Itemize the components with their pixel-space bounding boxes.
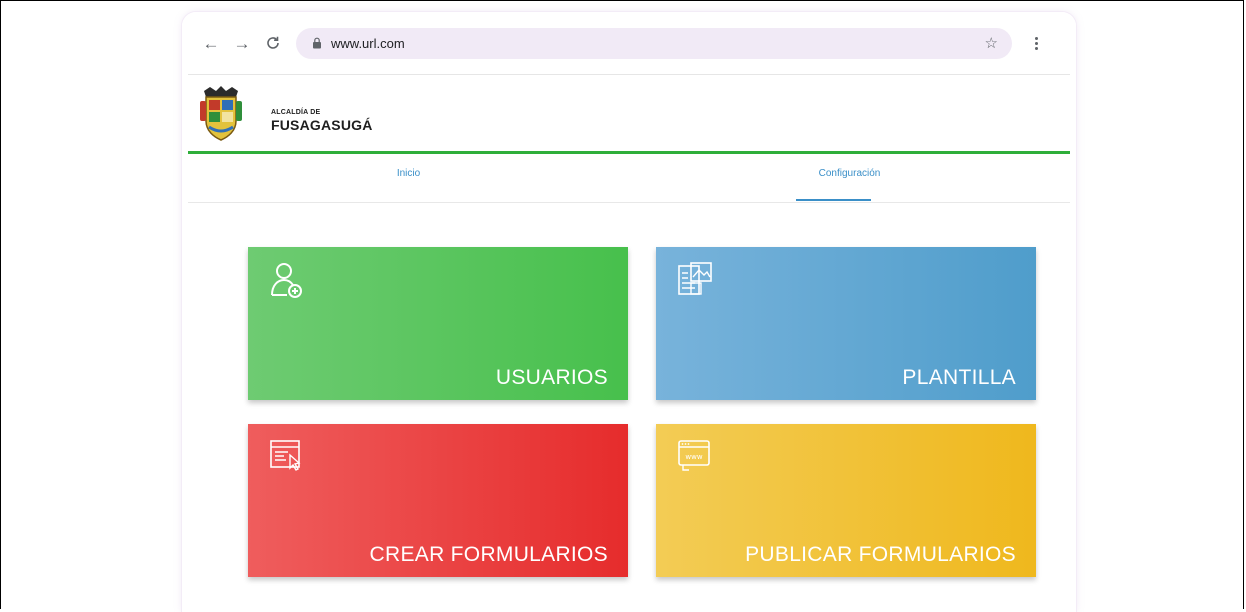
template-icon: [678, 262, 712, 295]
browser-menu-icon[interactable]: [1030, 35, 1042, 53]
lock-icon: [313, 37, 321, 49]
bookmark-star-icon[interactable]: ☆: [985, 34, 998, 52]
tile-usuarios[interactable]: USUARIOS: [248, 247, 628, 400]
web-publish-icon: www: [678, 440, 710, 471]
brand-subtitle: ALCALDÍA DE: [271, 109, 321, 116]
tab-inicio[interactable]: Inicio: [188, 154, 629, 202]
forward-icon[interactable]: →: [233, 35, 251, 53]
browser-toolbar: ← → www.url.com ☆: [182, 12, 1076, 74]
site-header: ALCALDÍA DE FUSAGASUGÁ: [188, 75, 1070, 153]
address-bar[interactable]: www.url.com ☆: [296, 28, 1012, 59]
active-tab-indicator: [796, 199, 871, 201]
tile-crear-formularios[interactable]: CREAR FORMULARIOS: [248, 424, 628, 577]
nav-tabs: Inicio Configuración: [188, 154, 1070, 203]
form-create-icon: [270, 440, 301, 471]
back-icon[interactable]: ←: [202, 35, 220, 53]
reload-icon[interactable]: [264, 35, 282, 53]
tile-usuarios-label: USUARIOS: [495, 366, 608, 389]
tile-plantilla-label: PLANTILLA: [902, 366, 1016, 389]
tab-configuracion[interactable]: Configuración: [629, 154, 1070, 202]
municipal-crest-logo[interactable]: [200, 83, 242, 143]
tile-crear-label: CREAR FORMULARIOS: [369, 543, 608, 566]
add-user-icon: [271, 263, 302, 298]
brand-title: FUSAGASUGÁ: [271, 117, 373, 133]
tile-publicar-label: PUBLICAR FORMULARIOS: [745, 543, 1016, 566]
tile-plantilla[interactable]: PLANTILLA: [656, 247, 1036, 400]
browser-window: ← → www.url.com ☆ ALCALDÍA DE FUSAGASUGÁ: [182, 12, 1076, 612]
svg-text:www: www: [685, 453, 702, 461]
tile-publicar-formularios[interactable]: www PUBLICAR FORMULARIOS: [656, 424, 1036, 577]
url-text[interactable]: www.url.com: [331, 36, 405, 51]
